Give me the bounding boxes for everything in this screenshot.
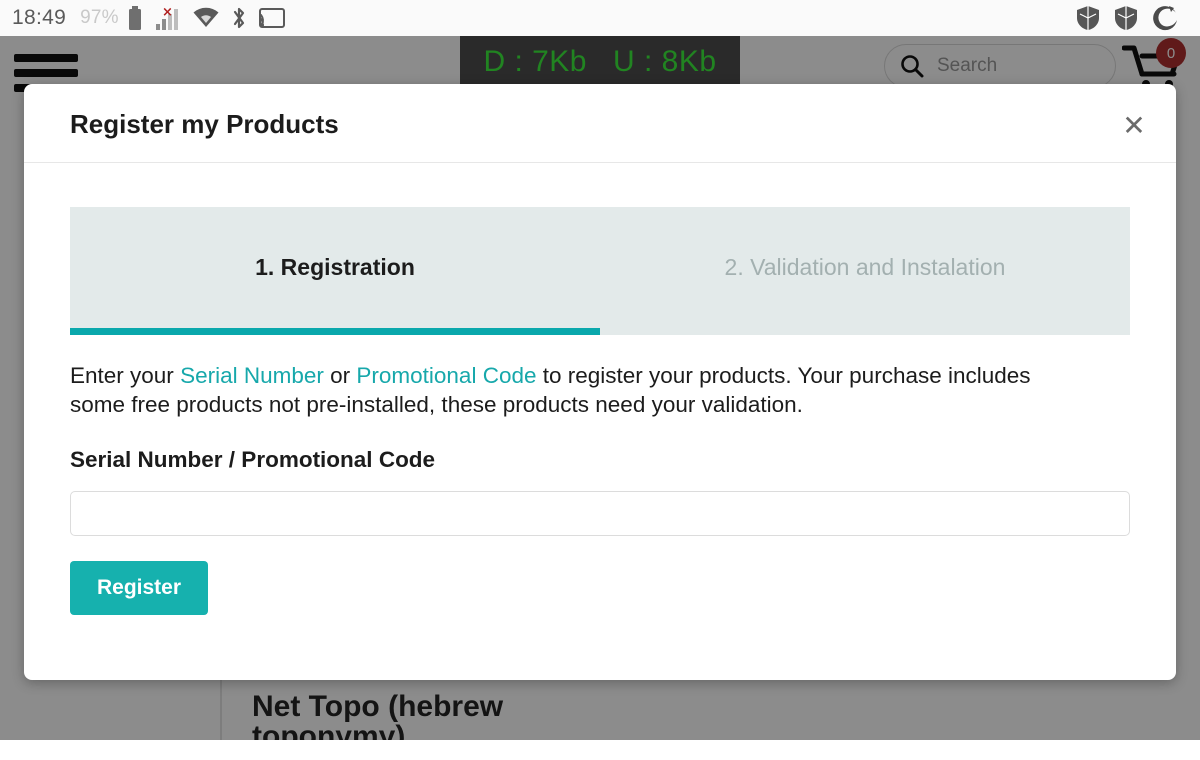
modal-header: Register my Products ✕: [24, 84, 1176, 163]
status-clock: 18:49: [12, 6, 67, 29]
shield-icon: [1076, 5, 1100, 31]
register-button[interactable]: Register: [70, 561, 208, 615]
close-icon[interactable]: ✕: [1114, 106, 1154, 146]
serial-number-input[interactable]: [70, 491, 1130, 536]
wifi-icon: [193, 7, 219, 29]
tab-registration[interactable]: 1. Registration: [70, 207, 600, 335]
serial-number-link[interactable]: Serial Number: [180, 363, 324, 388]
intro-paragraph: Enter your Serial Number or Promotional …: [70, 361, 1085, 419]
status-icons-left: ×: [127, 6, 285, 30]
status-icons-right: [1076, 4, 1188, 32]
battery-percent-label: 97%: [80, 7, 119, 28]
promotional-code-link[interactable]: Promotional Code: [356, 363, 536, 388]
modal-title: Register my Products: [70, 109, 339, 139]
modal-body: 1. Registration 2. Validation and Instal…: [24, 163, 1176, 615]
intro-text-part2: or: [323, 363, 357, 388]
serial-number-label: Serial Number / Promotional Code: [70, 447, 436, 472]
bluetooth-icon: [231, 6, 247, 30]
screen-root: 0 D : 7Kb U : 8Kb Net Topo (hebrew topon…: [0, 0, 1200, 760]
svg-text:×: ×: [162, 6, 173, 20]
signal-bars-error-icon: ×: [155, 6, 181, 30]
cast-icon: [258, 7, 285, 29]
android-status-bar: 18:49 97% ×: [0, 0, 1200, 36]
tab-validation-and-instalation[interactable]: 2. Validation and Instalation: [600, 207, 1130, 335]
battery-icon: [127, 6, 143, 30]
register-products-modal: Register my Products ✕ 1. Registration 2…: [24, 84, 1176, 680]
wizard-tabs: 1. Registration 2. Validation and Instal…: [70, 207, 1130, 335]
shield-icon: [1114, 5, 1138, 31]
intro-text-part1: Enter your: [70, 363, 181, 388]
bottom-nav-strip: [0, 740, 1200, 760]
firefox-icon: [1152, 4, 1180, 32]
active-tab-underline: [70, 328, 600, 335]
